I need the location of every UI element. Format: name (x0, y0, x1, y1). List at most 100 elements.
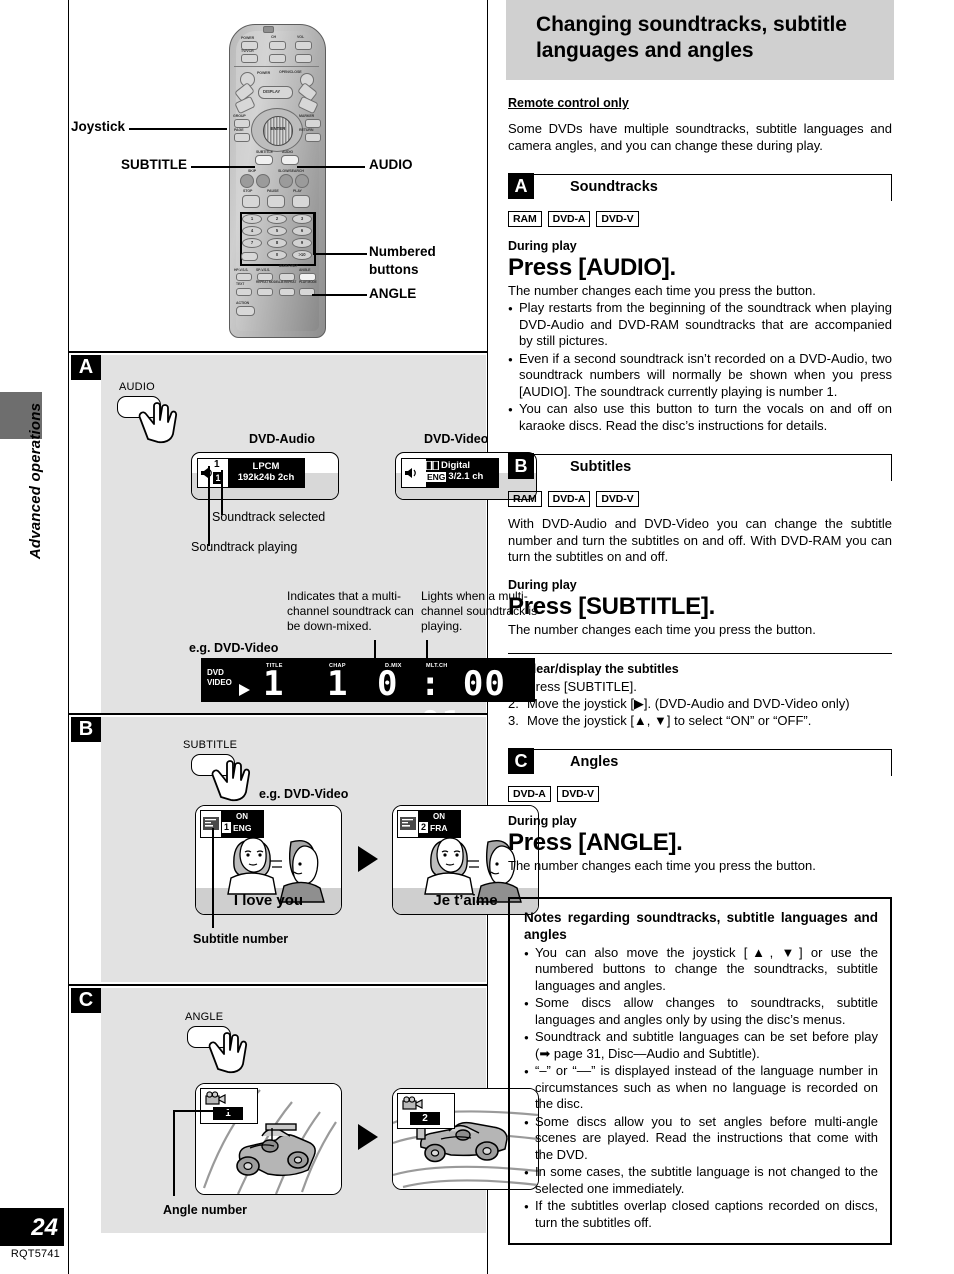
key-action-label: ACTION (236, 301, 250, 305)
page-margin: Advanced operations 24 RQT5741 (0, 0, 68, 1274)
tag-dvd-a: DVD-A (547, 211, 591, 227)
subtitle-button[interactable] (255, 155, 273, 165)
remote-control-only-note: Remote control only (508, 96, 629, 110)
soundtracks-lead: The number changes each time you press t… (508, 283, 816, 298)
clear-display-title: To clear/display the subtitles (508, 661, 679, 676)
subtitle-button-label: SUBTITLE (183, 739, 238, 751)
tv-vcr-button[interactable] (241, 54, 258, 63)
play-button[interactable] (292, 195, 310, 208)
leader-subtitle-number (212, 828, 214, 928)
hp-vss-button[interactable] (236, 273, 252, 281)
skip-forward-button[interactable] (256, 174, 270, 188)
subtitle-text-1: I love you (233, 892, 304, 909)
leader-soundtrack-playing-2 (208, 466, 210, 546)
chapter-label: Advanced operations (27, 402, 44, 560)
caption-soundtrack-selected: Soundtrack selected (212, 510, 326, 524)
tag-dvd-a: DVD-A (547, 491, 591, 507)
dolby-digital-icon (426, 461, 439, 470)
key-play-label: PLAY (293, 189, 302, 193)
section-soundtracks-header: A Soundtracks (508, 173, 892, 201)
key-display-label: DISPLAY (263, 89, 281, 94)
document-code: RQT5741 (10, 1248, 60, 1260)
fl-chap-value: 1 (327, 664, 349, 704)
caption-subtitle-number: Subtitle number (193, 932, 289, 946)
repeat-mode-button[interactable] (257, 288, 273, 296)
angles-press-instruction: Press [ANGLE]. (508, 828, 683, 856)
tag-ram: RAM (508, 211, 542, 227)
key-skip-label: SKIP (248, 169, 256, 173)
notes-bullet-2: Some discs allow changes to soundtracks,… (524, 995, 878, 1028)
audio-button-label: AUDIO (119, 381, 155, 393)
callout-numbered-buttons-1: Numbered (369, 244, 436, 259)
notes-bullet-3: Soundtrack and subtitle languages can be… (524, 1029, 878, 1062)
key-playmode-label: PLAY MODE (299, 280, 317, 284)
ch-down-button[interactable] (269, 54, 286, 63)
step-2-number: 2. (508, 695, 519, 711)
page-header: Changing soundtracks, subtitle languages… (506, 0, 894, 80)
joystick-ring[interactable]: ENTER (251, 108, 303, 152)
subtitle-icon (400, 817, 416, 830)
angle-frame-1: 1 (195, 1083, 342, 1195)
divider-3 (69, 984, 487, 986)
speaker-icon (405, 468, 416, 478)
key-page-label: PAGE (234, 128, 244, 132)
action-button[interactable] (236, 306, 255, 316)
skip-back-button[interactable] (240, 174, 254, 188)
section-title-subtitles: Subtitles (570, 459, 632, 475)
section-letter-c: C (508, 747, 534, 774)
soundtrack-playing-num: 1 (214, 459, 220, 470)
eg-dvd-video-label-a: e.g. DVD-Video (189, 641, 279, 655)
key-tvvcr-label: TV/VCR (241, 49, 254, 53)
remote-body: TV POWER CH VOL TV/VCR POWER OPEN/CLOSE (229, 24, 326, 338)
angle-osd-1-num: 1 (213, 1107, 243, 1120)
key-abrepeat-label: A-B REPEAT (278, 280, 297, 284)
key-angle-label: ANGLE (299, 268, 311, 272)
stop-button[interactable] (242, 195, 260, 208)
audio-button[interactable] (281, 155, 299, 165)
page-button[interactable] (234, 133, 250, 142)
speaker-icon (201, 468, 212, 478)
front-panel-display: DVD VIDEO TITLE CHAP D.MIX MLT.CH 1 1 0 … (201, 658, 535, 744)
section-a-badge: A (71, 355, 101, 380)
marker-button[interactable] (305, 119, 321, 128)
soundtracks-bullet-2: Even if a second soundtrack isn’t record… (508, 351, 892, 401)
subtitle-osd-2-on: ON (433, 812, 445, 821)
search-forward-button[interactable] (295, 174, 309, 188)
caption-soundtrack-playing: Soundtrack playing (191, 540, 298, 554)
dvd-video-title: DVD-Video (424, 432, 489, 446)
pressing-hand-icon (138, 402, 178, 444)
soundtracks-bullet-3: You can also use this button to turn the… (508, 401, 892, 434)
camera-icon (402, 1096, 423, 1110)
text-button[interactable] (236, 288, 252, 296)
cancel-button[interactable] (241, 252, 258, 261)
return-button[interactable] (305, 133, 321, 142)
notes-bullet-4: “–” or “––” is displayed instead of the … (524, 1063, 878, 1113)
group-button[interactable] (234, 119, 250, 128)
key-spvss-label: SP-V.S.S. (256, 268, 271, 272)
key-marker-label: MARKER (299, 114, 315, 118)
angle-osd-1: 1 (200, 1088, 258, 1124)
leader-angle-number-v (173, 1110, 175, 1196)
pressing-hand-icon (211, 760, 251, 802)
key-group-label: GROUP (233, 114, 246, 118)
ch-up-button[interactable] (269, 41, 286, 50)
search-back-button[interactable] (279, 174, 293, 188)
subtitle-osd-2-lang: FRA (430, 822, 448, 833)
pause-button[interactable] (267, 195, 285, 208)
tv-indicator (263, 26, 274, 33)
joystick-knob[interactable]: ENTER (263, 116, 293, 146)
vol-up-button[interactable] (295, 41, 312, 50)
key-return-label: RETURN (299, 128, 314, 132)
angles-during-play: During play (508, 813, 577, 828)
transition-arrow-c (358, 1124, 378, 1150)
tag-dvd-v: DVD-V (556, 785, 599, 802)
subtitle-osd-1: ON 1 ENG (200, 810, 264, 838)
leader-soundtrack-selected (221, 470, 223, 515)
osd-audio-detail: 192k24b 2ch (237, 472, 295, 483)
ab-repeat-button[interactable] (279, 288, 295, 296)
subtitle-osd-1-lang: ENG (233, 822, 252, 833)
vol-down-button[interactable] (295, 54, 312, 63)
fl-video-label: VIDEO (207, 678, 232, 687)
subtitle-osd-1-on: ON (236, 812, 248, 821)
callout-numbered-buttons-2: buttons (369, 262, 419, 277)
